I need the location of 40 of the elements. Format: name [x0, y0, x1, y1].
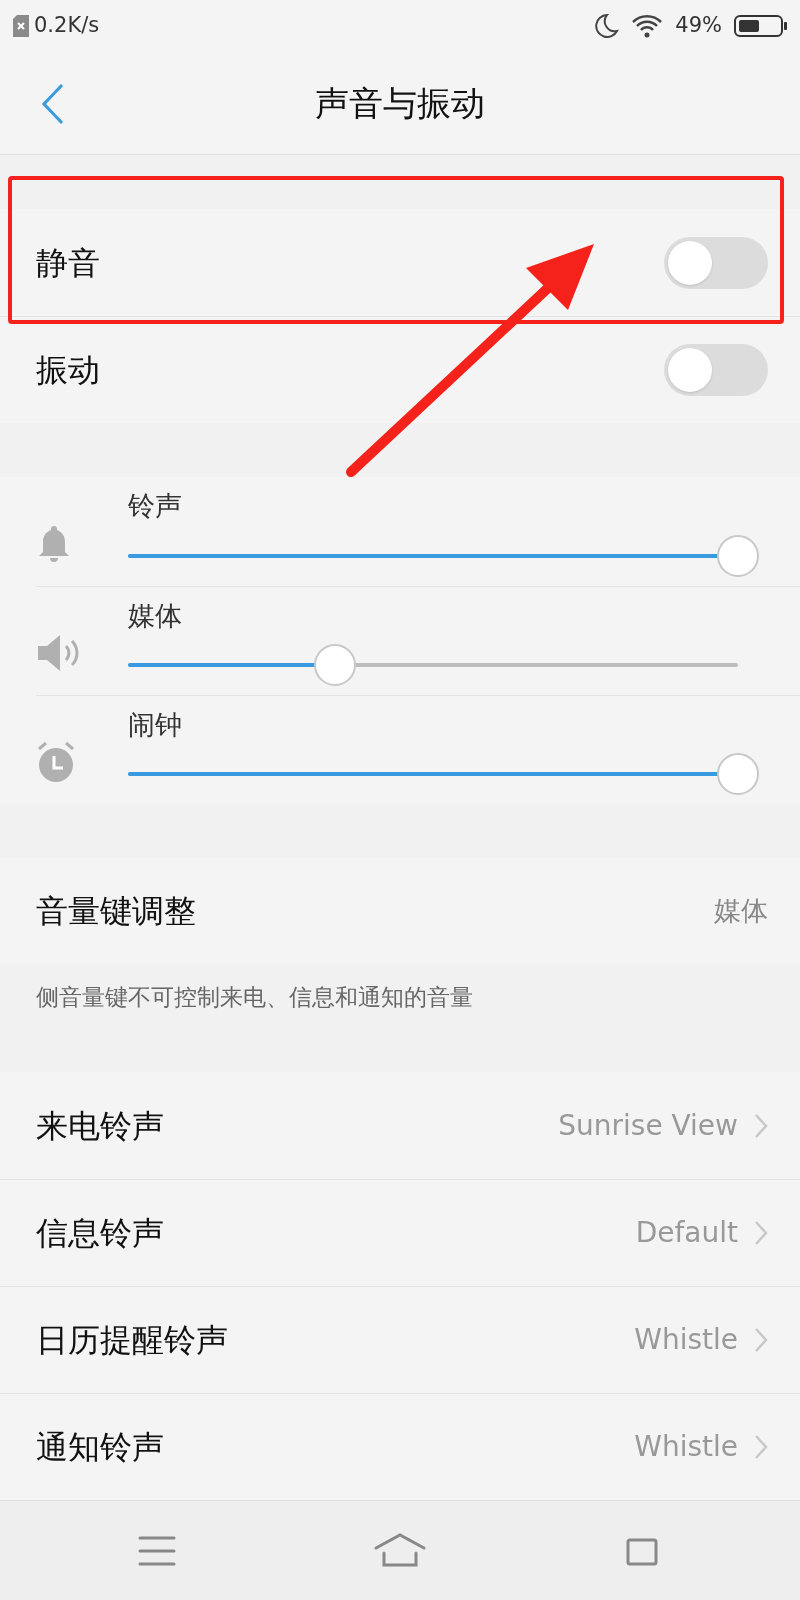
setting-label: 日历提醒铃声 [36, 1320, 228, 1361]
setting-label: 通知铃声 [36, 1427, 164, 1468]
ringtone-row[interactable]: 来电铃声 Sunrise View [0, 1072, 800, 1179]
back-icon [41, 83, 65, 125]
home-icon[interactable] [373, 1532, 427, 1569]
setting-label: 来电铃声 [36, 1105, 164, 1147]
chevron-right-icon [754, 1220, 768, 1246]
setting-label: 静音 [36, 242, 100, 284]
toggle-switch[interactable] [664, 236, 768, 289]
moon-icon [595, 13, 620, 39]
setting-value: Whistle [634, 1429, 738, 1465]
toggle-switch[interactable] [664, 344, 768, 396]
setting-label: 振动 [36, 350, 100, 391]
volume-label: 媒体 [128, 598, 183, 633]
setting-value: 媒体 [714, 893, 768, 928]
volume-label: 铃声 [128, 489, 183, 524]
volume-label: 闹钟 [128, 707, 183, 742]
setting-label: 信息铃声 [36, 1213, 164, 1254]
ringtone-row[interactable]: 日历提醒铃声 Whistle [0, 1286, 800, 1393]
setting-value: Default [635, 1215, 738, 1251]
slider-thumb[interactable] [717, 753, 759, 796]
alarm-clock-icon [36, 740, 76, 784]
chevron-right-icon [754, 1327, 768, 1353]
setting-value: Sunrise View [558, 1107, 738, 1144]
wifi-icon [631, 14, 664, 38]
volume-slider[interactable] [128, 534, 760, 577]
ringtone-row[interactable]: 信息铃声 Default [0, 1179, 800, 1286]
slider-thumb[interactable] [717, 534, 759, 577]
sim-error-icon [12, 14, 30, 38]
volume-slider[interactable] [128, 753, 760, 796]
menu-icon[interactable] [138, 1534, 177, 1567]
network-speed: 0.2K/s [34, 12, 100, 40]
battery-icon [734, 14, 788, 38]
page-title: 声音与振动 [315, 81, 485, 125]
setting-label: 音量键调整 [36, 891, 196, 932]
setting-value: Whistle [634, 1322, 738, 1358]
hint-text: 侧音量键不可控制来电、信息和通知的音量 [36, 984, 473, 1010]
chevron-right-icon [754, 1112, 768, 1139]
chevron-right-icon [754, 1434, 768, 1460]
battery-percent: 49% [675, 12, 722, 40]
